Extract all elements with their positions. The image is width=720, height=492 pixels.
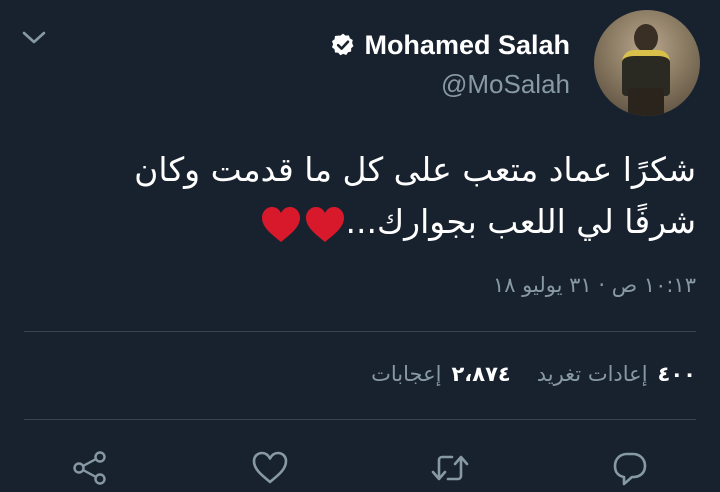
tweet-actions xyxy=(0,444,720,492)
tweet-detail: Mohamed Salah @MoSalah شكرًا عماد متعب ع… xyxy=(0,0,720,492)
divider xyxy=(24,331,696,332)
chevron-down-icon[interactable] xyxy=(20,26,48,50)
tweet-text-line-2: شرفًا لي اللعب بجوارك... xyxy=(36,196,696,250)
tweet-text-fragment: شرفًا لي اللعب بجوارك... xyxy=(345,202,697,241)
tweet-text: شكرًا عماد متعب على كل ما قدمت وكان شرفً… xyxy=(36,144,696,250)
like-icon[interactable] xyxy=(250,448,290,488)
tweet-text-line: شكرًا عماد متعب على كل ما قدمت وكان xyxy=(134,150,696,189)
red-heart-emoji-icon xyxy=(260,206,302,244)
retweet-icon[interactable] xyxy=(430,448,470,488)
emoji-group xyxy=(258,198,346,250)
red-heart-emoji-icon xyxy=(304,206,346,244)
avatar[interactable] xyxy=(594,10,700,116)
likes-count: ٢،٨٧٤ xyxy=(451,362,511,386)
share-icon[interactable] xyxy=(70,448,110,488)
likes-label: إعجابات xyxy=(371,362,442,386)
author-info: Mohamed Salah @MoSalah xyxy=(330,28,570,100)
retweets-label: إعادات تغريد xyxy=(536,362,648,386)
author-display-name[interactable]: Mohamed Salah xyxy=(364,28,570,62)
likes-stat[interactable]: ٢،٨٧٤ إعجابات xyxy=(371,358,511,390)
reply-icon[interactable] xyxy=(610,448,650,488)
retweets-stat[interactable]: ٤٠٠ إعادات تغريد xyxy=(537,358,696,390)
tweet-timestamp[interactable]: ١٠:١٣ ص · ٣١ يوليو ١٨ xyxy=(493,270,696,300)
author-handle[interactable]: @MoSalah xyxy=(330,68,570,100)
tweet-header: Mohamed Salah @MoSalah xyxy=(330,10,700,120)
retweets-count: ٤٠٠ xyxy=(657,362,696,386)
verified-badge-icon xyxy=(330,32,356,58)
divider xyxy=(24,419,696,420)
tweet-stats: ٤٠٠ إعادات تغريد ٢،٨٧٤ إعجابات xyxy=(345,358,696,390)
